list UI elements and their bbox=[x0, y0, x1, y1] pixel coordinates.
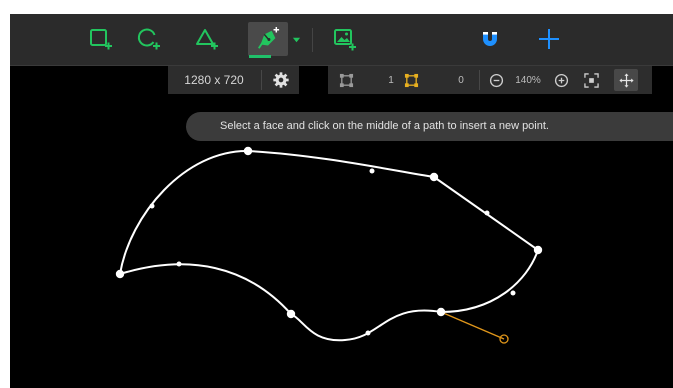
image-plus-icon bbox=[334, 29, 356, 51]
circle-plus-icon bbox=[137, 28, 160, 50]
anchor-point[interactable] bbox=[115, 269, 125, 279]
anchor-point[interactable] bbox=[286, 309, 296, 319]
path-midpoint[interactable] bbox=[510, 290, 516, 296]
fit-to-screen-button[interactable] bbox=[580, 66, 602, 94]
toolbar-separator bbox=[312, 28, 313, 52]
vertex-square-icon bbox=[404, 73, 418, 87]
snap-magnet-button[interactable] bbox=[473, 22, 507, 56]
pen-plus-icon bbox=[258, 27, 280, 49]
pen-tool-dropdown[interactable] bbox=[289, 22, 303, 56]
path-midpoint[interactable] bbox=[365, 330, 371, 336]
move-arrows-icon bbox=[618, 72, 634, 88]
zoom-out-icon bbox=[489, 73, 503, 87]
active-tool-indicator bbox=[249, 55, 271, 58]
hint-tooltip: Select a face and click on the middle of… bbox=[186, 112, 673, 141]
anchor-point[interactable] bbox=[243, 146, 253, 156]
fit-screen-icon bbox=[583, 72, 599, 88]
vertex-mode-a-button[interactable] bbox=[334, 66, 358, 94]
resolution-bar: 1280 x 720 bbox=[168, 66, 299, 94]
path-midpoint[interactable] bbox=[149, 203, 155, 209]
anchor-point[interactable] bbox=[533, 245, 543, 255]
rectangle-plus-icon bbox=[90, 29, 112, 50]
anchor-point[interactable] bbox=[436, 307, 446, 317]
bezier-handle-point[interactable] bbox=[499, 334, 509, 344]
triangle-plus-icon bbox=[196, 29, 218, 50]
vertex-mode-b-button[interactable] bbox=[400, 66, 422, 94]
anchor-point[interactable] bbox=[429, 172, 439, 182]
view-separator bbox=[479, 70, 480, 90]
path-midpoint[interactable] bbox=[176, 261, 182, 267]
add-rectangle-button[interactable] bbox=[84, 22, 118, 56]
magnet-icon bbox=[483, 32, 497, 46]
add-circle-button[interactable] bbox=[132, 22, 166, 56]
vertex-square-icon bbox=[339, 73, 353, 87]
zoom-out-button[interactable] bbox=[486, 66, 506, 94]
add-image-button[interactable] bbox=[328, 22, 362, 56]
caret-down-icon bbox=[292, 37, 300, 42]
zoom-in-icon bbox=[554, 73, 568, 87]
path-midpoint[interactable] bbox=[484, 210, 490, 216]
crosshair-icon bbox=[539, 29, 559, 49]
main-toolbar bbox=[10, 14, 673, 66]
pen-tool-button[interactable] bbox=[248, 22, 288, 56]
vertex-count-b: 0 bbox=[458, 74, 464, 86]
vertex-count-a: 1 bbox=[388, 74, 394, 86]
gear-icon[interactable] bbox=[272, 71, 290, 89]
pan-button[interactable] bbox=[614, 69, 638, 91]
path-midpoint[interactable] bbox=[369, 168, 375, 174]
crosshair-button[interactable] bbox=[532, 22, 566, 56]
resolution-label[interactable]: 1280 x 720 bbox=[168, 66, 260, 94]
add-triangle-button[interactable] bbox=[190, 22, 224, 56]
zoom-level: 140% bbox=[515, 74, 541, 86]
resolution-separator bbox=[261, 70, 262, 90]
zoom-in-button[interactable] bbox=[551, 66, 571, 94]
view-controls-bar: 1 0 140% bbox=[328, 66, 652, 94]
